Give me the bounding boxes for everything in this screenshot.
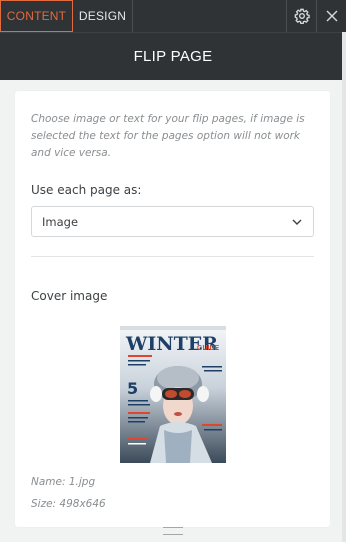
gear-icon xyxy=(294,8,310,24)
help-text: Choose image or text for your flip pages… xyxy=(31,113,305,159)
panel-topbar: CONTENT DESIGN xyxy=(0,0,346,32)
close-icon xyxy=(326,10,337,22)
use-each-page-select[interactable]: Image xyxy=(31,206,314,237)
tab-design[interactable]: DESIGN xyxy=(73,0,133,32)
settings-card: Choose image or text for your flip pages… xyxy=(15,91,330,527)
magazine-cover-image: WINTER GUIDE 5 xyxy=(120,326,226,463)
select-value: Image xyxy=(42,214,79,229)
section-divider xyxy=(31,256,314,257)
resize-handle-line xyxy=(163,527,183,528)
cover-image-label: Cover image xyxy=(31,289,108,303)
page-title: FLIP PAGE xyxy=(133,48,213,65)
tab-content[interactable]: CONTENT xyxy=(0,0,73,32)
magazine-tag: GUIDE xyxy=(197,345,220,352)
use-each-page-label: Use each page as: xyxy=(31,183,142,197)
cover-image-thumbnail[interactable]: WINTER GUIDE 5 xyxy=(120,326,226,463)
settings-button[interactable] xyxy=(286,0,316,32)
resize-handle[interactable] xyxy=(163,527,183,535)
close-button[interactable] xyxy=(316,0,346,32)
file-name: Name: 1.jpg xyxy=(31,476,96,488)
panel-header: FLIP PAGE xyxy=(0,32,346,80)
magazine-number: 5 xyxy=(127,379,138,398)
chevron-down-icon xyxy=(291,216,303,228)
resize-handle-line xyxy=(163,534,183,535)
panel-right-edge xyxy=(342,32,346,542)
file-size: Size: 498x646 xyxy=(31,498,106,510)
